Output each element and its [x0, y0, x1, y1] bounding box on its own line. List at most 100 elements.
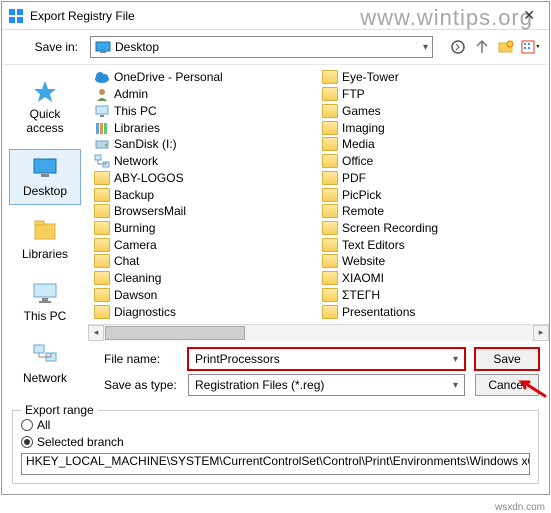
file-item-label: ABY-LOGOS [114, 171, 184, 185]
folder-icon [94, 288, 110, 302]
file-item[interactable]: Screen Recording [316, 220, 544, 237]
export-range-legend: Export range [21, 403, 98, 417]
footer-watermark: wsxdn.com [495, 502, 545, 513]
file-item[interactable]: PicPick [316, 186, 544, 203]
folder-icon [94, 171, 110, 185]
scroll-right-icon[interactable]: ▸ [533, 325, 549, 341]
file-item[interactable]: Diagnostics [88, 303, 316, 320]
filename-input[interactable]: PrintProcessors ▾ [188, 348, 465, 370]
chevron-down-icon: ▾ [453, 354, 458, 365]
file-item-label: Libraries [114, 121, 160, 135]
sidebar-item-desktop[interactable]: Desktop [9, 149, 81, 205]
sidebar-item-network[interactable]: Network [9, 337, 81, 391]
file-item[interactable]: SanDisk (I:) [88, 136, 316, 153]
save-in-combo[interactable]: Desktop ▾ [90, 36, 433, 58]
file-item[interactable]: Office [316, 153, 544, 170]
titlebar: Export Registry File ✕ [2, 2, 549, 30]
file-item[interactable]: Dawson [88, 287, 316, 304]
sidebar-item-label: Network [23, 371, 67, 385]
file-item[interactable]: PDF [316, 169, 544, 186]
file-item[interactable]: ΣΤΕΓΗ [316, 287, 544, 304]
file-item[interactable]: Website [316, 253, 544, 270]
desktop-icon [95, 41, 111, 53]
folder-icon [322, 171, 338, 185]
desktop-icon [31, 156, 59, 180]
back-icon[interactable] [449, 38, 467, 56]
up-icon[interactable] [473, 38, 491, 56]
file-item[interactable]: Media [316, 136, 544, 153]
network-icon [31, 343, 59, 367]
sidebar-item-label: This PC [24, 309, 67, 323]
file-columns: OneDrive - PersonalAdminThis PC Libraries… [88, 65, 549, 324]
file-item-label: Backup [114, 188, 154, 202]
file-item[interactable]: BrowsersMail [88, 203, 316, 220]
lib-icon [94, 121, 110, 135]
file-item-label: Network [114, 154, 158, 168]
file-item[interactable]: Backup [88, 186, 316, 203]
filename-value: PrintProcessors [195, 352, 453, 366]
sidebar-item-libraries[interactable]: Libraries [9, 213, 81, 267]
scroll-left-icon[interactable]: ◂ [88, 325, 104, 341]
drive-icon [94, 137, 110, 151]
net-icon [94, 154, 110, 168]
file-item[interactable]: Presentations [316, 303, 544, 320]
file-item-label: Presentations [342, 305, 415, 319]
save-button[interactable]: Save [475, 348, 539, 370]
view-menu-icon[interactable] [521, 38, 539, 56]
file-item-label: Dawson [114, 288, 157, 302]
libraries-icon [31, 219, 59, 243]
file-item[interactable]: This PC [88, 102, 316, 119]
file-item[interactable]: Text Editors [316, 236, 544, 253]
folder-icon [94, 271, 110, 285]
user-icon [94, 87, 110, 101]
sidebar-item-this-pc[interactable]: This PC [9, 275, 81, 329]
file-item[interactable]: Chat [88, 253, 316, 270]
scroll-thumb[interactable] [105, 326, 245, 340]
file-item[interactable]: Network [88, 153, 316, 170]
file-item[interactable]: Burning [88, 220, 316, 237]
file-item-label: Camera [114, 238, 157, 252]
save-in-label: Save in: [12, 40, 84, 54]
file-column-1: OneDrive - PersonalAdminThis PC Libraries… [88, 69, 316, 320]
file-item[interactable]: Games [316, 102, 544, 119]
file-item-label: Office [342, 154, 373, 168]
file-item[interactable]: Camera [88, 236, 316, 253]
horizontal-scrollbar[interactable]: ◂ ▸ [88, 324, 549, 340]
branch-path-input[interactable]: HKEY_LOCAL_MACHINE\SYSTEM\CurrentControl… [21, 453, 530, 475]
file-item-label: PDF [342, 171, 366, 185]
cancel-button[interactable]: Cancel [475, 374, 539, 396]
file-item[interactable]: Remote [316, 203, 544, 220]
window-title: Export Registry File [30, 9, 515, 23]
file-item[interactable]: ABY-LOGOS [88, 169, 316, 186]
file-item[interactable]: Cleaning [88, 270, 316, 287]
close-icon[interactable]: ✕ [515, 7, 543, 24]
export-range-group: Export range All Selected branch HKEY_LO… [12, 410, 539, 484]
saveas-value: Registration Files (*.reg) [195, 378, 453, 392]
saveas-label: Save as type: [98, 378, 188, 392]
file-item-label: Diagnostics [114, 305, 176, 319]
file-item[interactable]: Libraries [88, 119, 316, 136]
file-list: OneDrive - PersonalAdminThis PC Libraries… [88, 65, 549, 404]
new-folder-icon[interactable] [497, 38, 515, 56]
radio-all[interactable]: All [21, 418, 530, 432]
folder-icon [322, 221, 338, 235]
file-item-label: SanDisk (I:) [114, 137, 177, 151]
file-item[interactable]: Imaging [316, 119, 544, 136]
file-item-label: Games [342, 104, 381, 118]
file-item[interactable]: Admin [88, 86, 316, 103]
file-item[interactable]: XIAOMI [316, 270, 544, 287]
folder-icon [94, 188, 110, 202]
file-item[interactable]: Eye-Tower [316, 69, 544, 86]
radio-selected-branch[interactable]: Selected branch [21, 435, 530, 449]
scroll-track[interactable] [104, 325, 533, 341]
file-item[interactable]: OneDrive - Personal [88, 69, 316, 86]
file-item-label: Eye-Tower [342, 70, 399, 84]
sidebar-item-quick-access[interactable]: Quick access [9, 73, 81, 141]
folder-icon [322, 154, 338, 168]
cloud-icon [94, 70, 110, 84]
file-item-label: BrowsersMail [114, 204, 186, 218]
file-item[interactable]: FTP [316, 86, 544, 103]
saveas-combo[interactable]: Registration Files (*.reg) ▾ [188, 374, 465, 396]
radio-icon [21, 419, 33, 431]
export-registry-window: Export Registry File ✕ Save in: Desktop … [1, 1, 550, 495]
